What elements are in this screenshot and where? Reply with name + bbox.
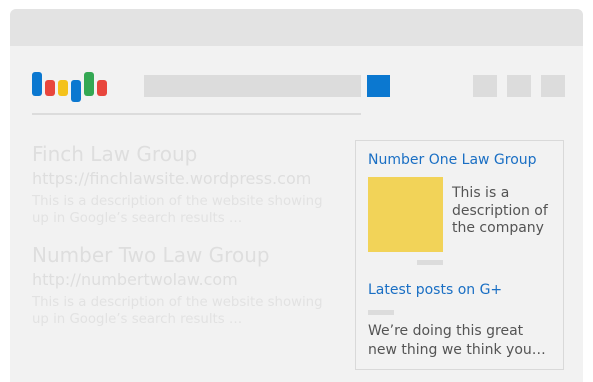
panel-posts-heading[interactable]: Latest posts on G+ [368, 282, 502, 298]
logo-bar-blue [32, 72, 42, 96]
panel-post-line: new thing we think you… [368, 342, 546, 358]
panel-divider [368, 310, 394, 315]
search-result[interactable]: Number Two Law Group http://numbertwolaw… [32, 243, 352, 328]
panel-description-line: This is a [452, 185, 510, 201]
search-input[interactable] [144, 75, 361, 97]
header-divider [32, 113, 361, 115]
panel-post-line: We’re doing this great [368, 323, 524, 339]
panel-description: This is a description of the company [452, 185, 548, 238]
search-button[interactable] [367, 75, 390, 97]
result-url[interactable]: http://numbertwolaw.com [32, 269, 352, 291]
panel-post-snippet[interactable]: We’re doing this great new thing we thin… [368, 322, 546, 360]
result-description-line: This is a description of the website sho… [32, 295, 323, 310]
browser-titlebar [10, 9, 583, 46]
result-description-line: up in Google’s search results … [32, 211, 243, 226]
logo-bar-blue-2 [71, 80, 81, 102]
browser-window: Finch Law Group https://finchlawsite.wor… [10, 9, 583, 382]
toolbar-button-2[interactable] [507, 75, 531, 97]
result-url[interactable]: https://finchlawsite.wordpress.com [32, 168, 352, 190]
panel-divider [417, 260, 443, 265]
panel-description-line: the company [452, 220, 544, 236]
toolbar-button-3[interactable] [541, 75, 565, 97]
result-description-line: This is a description of the website sho… [32, 194, 323, 209]
result-description-line: up in Google’s search results … [32, 312, 243, 327]
result-title[interactable]: Number Two Law Group [32, 243, 352, 267]
logo-bar-red [45, 80, 55, 96]
panel-description-line: description of [452, 202, 548, 219]
result-description: This is a description of the website sho… [32, 193, 352, 227]
toolbar-button-1[interactable] [473, 75, 497, 97]
result-description: This is a description of the website sho… [32, 294, 352, 328]
knowledge-panel: Number One Law Group This is a descripti… [355, 140, 564, 370]
logo-bar-yellow [58, 80, 68, 96]
search-result[interactable]: Finch Law Group https://finchlawsite.wor… [32, 142, 352, 227]
result-title[interactable]: Finch Law Group [32, 142, 352, 166]
logo-bar-red-2 [97, 80, 107, 96]
logo-bar-green [84, 72, 94, 96]
panel-image[interactable] [368, 177, 443, 252]
panel-title[interactable]: Number One Law Group [368, 152, 537, 168]
